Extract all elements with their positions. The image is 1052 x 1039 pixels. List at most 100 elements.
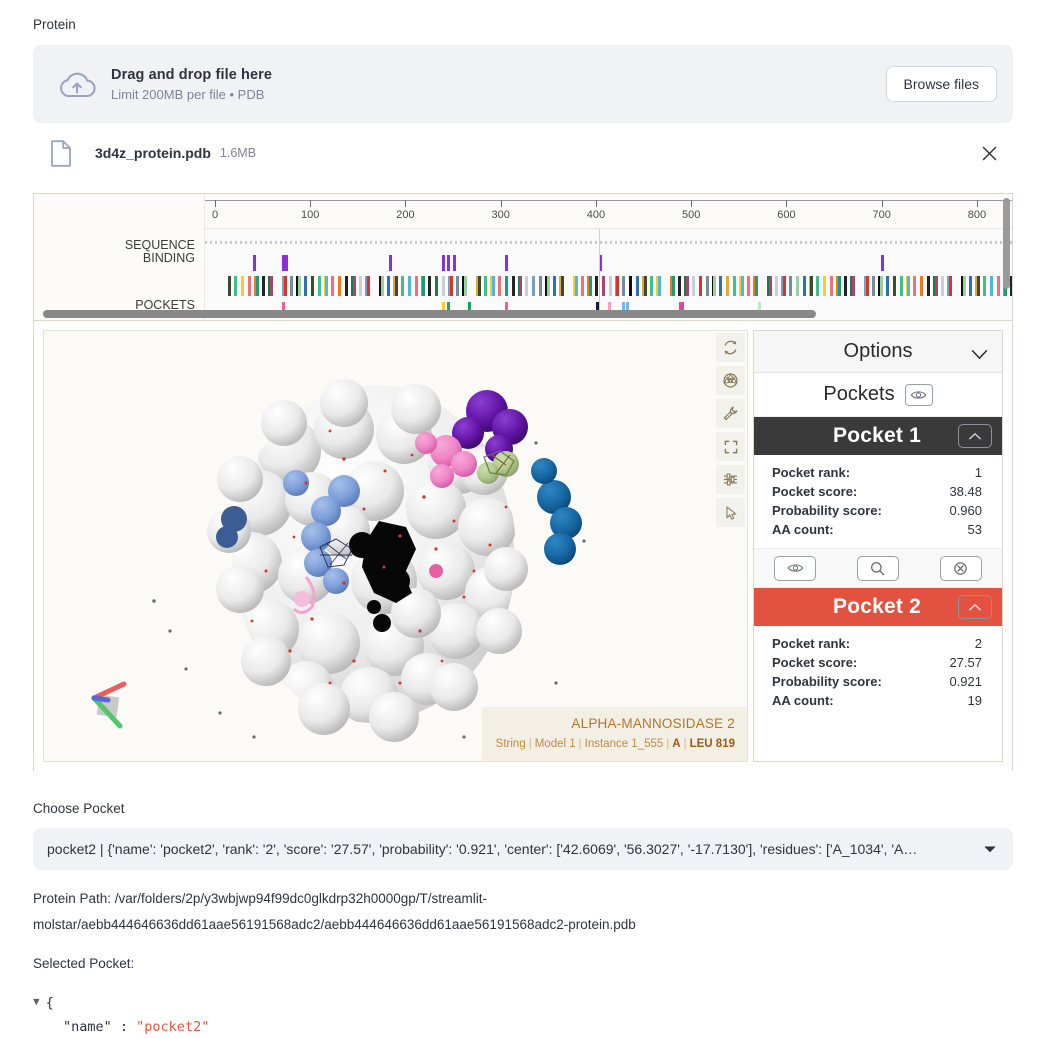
sequence-feature-bar	[822, 276, 826, 296]
binding-feature-bar	[453, 255, 457, 271]
file-icon	[33, 139, 89, 167]
pockets-title: Pockets	[823, 383, 895, 405]
file-size: 1.6MB	[219, 146, 257, 160]
sequence-feature-bar	[782, 276, 786, 296]
pockets-visibility-eye-icon[interactable]	[904, 383, 933, 406]
sequence-feature-bar	[505, 276, 509, 296]
molecule-canvas[interactable]: ALPHA-MANNOSIDASE 2 String | Model 1 | Insta…	[43, 330, 748, 762]
viewer-toolbar	[714, 331, 747, 529]
pocket-2-properties: Pocket rank: 2 Pocket score: 27.57 Proba…	[754, 626, 1002, 719]
sequence-feature-bar	[636, 276, 640, 296]
axis-tick	[976, 200, 978, 207]
sequence-tracks[interactable]: 0 100 200 300 400 500 600 700 800	[205, 194, 1012, 320]
axis-tick	[405, 200, 407, 207]
pocket-1-header[interactable]: Pocket 1	[754, 417, 1002, 455]
sequence-feature-bar	[560, 276, 564, 296]
options-header[interactable]: Options	[754, 331, 1002, 373]
uploader-limit: Limit 200MB per file • PDB	[111, 86, 265, 102]
binding-feature-bar	[447, 255, 451, 271]
label-chain: A	[672, 738, 681, 751]
sequence-hscroll-thumb[interactable]	[43, 310, 816, 318]
sequence-feature-bar	[519, 276, 523, 296]
app-root: Protein Drag and drop file here Limit 20…	[0, 0, 1052, 1039]
sequence-feature-bar	[685, 276, 689, 296]
sequence-feature-bar	[919, 276, 923, 296]
binding-feature-bar	[389, 255, 393, 271]
label-residue: LEU 819	[689, 738, 735, 751]
axis-tick	[500, 200, 502, 207]
selection-cursor-icon[interactable]	[716, 498, 745, 527]
fullscreen-icon[interactable]	[716, 432, 745, 461]
pocket-1-remove-circle-icon[interactable]	[939, 555, 982, 581]
chevron-down-icon[interactable]	[971, 347, 988, 365]
pocket-2-header[interactable]: Pocket 2	[754, 588, 1002, 626]
options-title: Options	[843, 340, 913, 362]
label-instance: Instance 1_555	[584, 738, 664, 751]
feature-rows[interactable]	[205, 228, 1012, 318]
sequence-feature-bar	[594, 276, 598, 296]
pocket-1-properties: Pocket rank: 1 Pocket score: 38.48 Proba…	[754, 455, 1002, 548]
sequence-feature-bar	[380, 276, 384, 296]
wrench-icon[interactable]	[716, 399, 745, 428]
upload-cloud-icon	[49, 70, 105, 99]
sequence-feature-bar	[531, 276, 535, 296]
sequence-feature-bar	[628, 276, 632, 296]
screenshot-icon[interactable]	[716, 366, 745, 395]
sequence-feature-bar	[463, 276, 467, 296]
choose-pocket-select[interactable]: pocket2 | {'name': 'pocket2', 'rank': '2…	[33, 828, 1013, 870]
sequence-feature-bar	[428, 276, 432, 296]
json-key-name: "name"	[63, 1018, 112, 1035]
sequence-feature-bar	[725, 276, 729, 296]
triangle-down-icon[interactable]: ▼	[33, 992, 40, 1011]
sequence-feature-bar	[511, 276, 515, 296]
pocket-1-probability-value: 0.960	[949, 503, 982, 518]
molstar-viewer: SEQUENCE BINDING POCKETS 0 100 200 300 400 50…	[33, 193, 1013, 771]
remove-file-button[interactable]	[975, 139, 1003, 167]
sequence-feature-bar	[885, 276, 889, 296]
pocket-2-collapse-button[interactable]	[958, 595, 992, 619]
pocket-1-rank-value: 1	[974, 465, 982, 480]
sequence-feature-bar	[671, 276, 675, 296]
sequence-vertical-scrollbar[interactable]	[1003, 198, 1010, 306]
binding-feature-bar	[880, 255, 884, 271]
settings-sliders-icon[interactable]	[716, 465, 745, 494]
sequence-feature-bar	[990, 276, 994, 296]
track-label-binding: BINDING	[142, 251, 195, 265]
molecule-name: ALPHA-MANNOSIDASE 2	[571, 715, 735, 731]
pocket-1-search-icon[interactable]	[856, 555, 899, 581]
chevron-down-icon[interactable]	[981, 845, 999, 853]
axis-tick-label: 400	[586, 209, 606, 221]
file-uploader-dropzone[interactable]: Drag and drop file here Limit 200MB per …	[33, 45, 1013, 123]
selected-pocket-json: ▼ { "name" : "pocket2"	[33, 992, 1013, 1039]
sequence-feature-bar	[713, 276, 717, 296]
sequence-horizontal-scrollbar[interactable]	[43, 310, 1003, 318]
sequence-feature-bar	[948, 276, 952, 296]
pocket-rank-label: Pocket rank:	[772, 465, 851, 480]
pocket-score-label-2: Pocket score:	[772, 655, 858, 670]
pocket-1-title: Pocket 1	[833, 424, 921, 447]
reset-camera-icon[interactable]	[716, 333, 745, 362]
viewer-body: ALPHA-MANNOSIDASE 2 String | Model 1 | Insta…	[34, 320, 1012, 771]
axis-tick-label: 200	[396, 209, 415, 221]
sequence-feature-bar	[608, 276, 612, 296]
binding-feature-bar	[285, 255, 289, 271]
sequence-feature-bar	[450, 276, 454, 296]
choose-pocket-value: pocket2 | {'name': 'pocket2', 'rank': '2…	[47, 841, 918, 857]
sequence-feature-bar	[796, 276, 800, 296]
sequence-feature-bar	[414, 276, 418, 296]
sequence-feature-bar	[289, 276, 293, 296]
sequence-feature-panel[interactable]: SEQUENCE BINDING POCKETS 0 100 200 300 400 50…	[34, 194, 1012, 320]
pocket-2-aacount-value: 19	[967, 693, 982, 708]
browse-files-button[interactable]: Browse files	[885, 66, 997, 102]
sequence-vscroll-thumb[interactable]	[1003, 198, 1010, 289]
sequence-feature-bar	[408, 276, 412, 296]
sequence-feature-bar	[311, 276, 315, 296]
sequence-feature-bar	[574, 276, 578, 296]
sequence-feature-bar	[741, 276, 745, 296]
sequence-feature-bar	[317, 276, 321, 296]
pocket-1-eye-icon[interactable]	[774, 555, 817, 581]
sequence-feature-bar	[240, 276, 244, 296]
pocket-1-collapse-button[interactable]	[958, 424, 992, 448]
json-line-name: "name" : "pocket2"	[33, 1016, 1013, 1039]
xyz-axes-icon	[80, 678, 132, 739]
